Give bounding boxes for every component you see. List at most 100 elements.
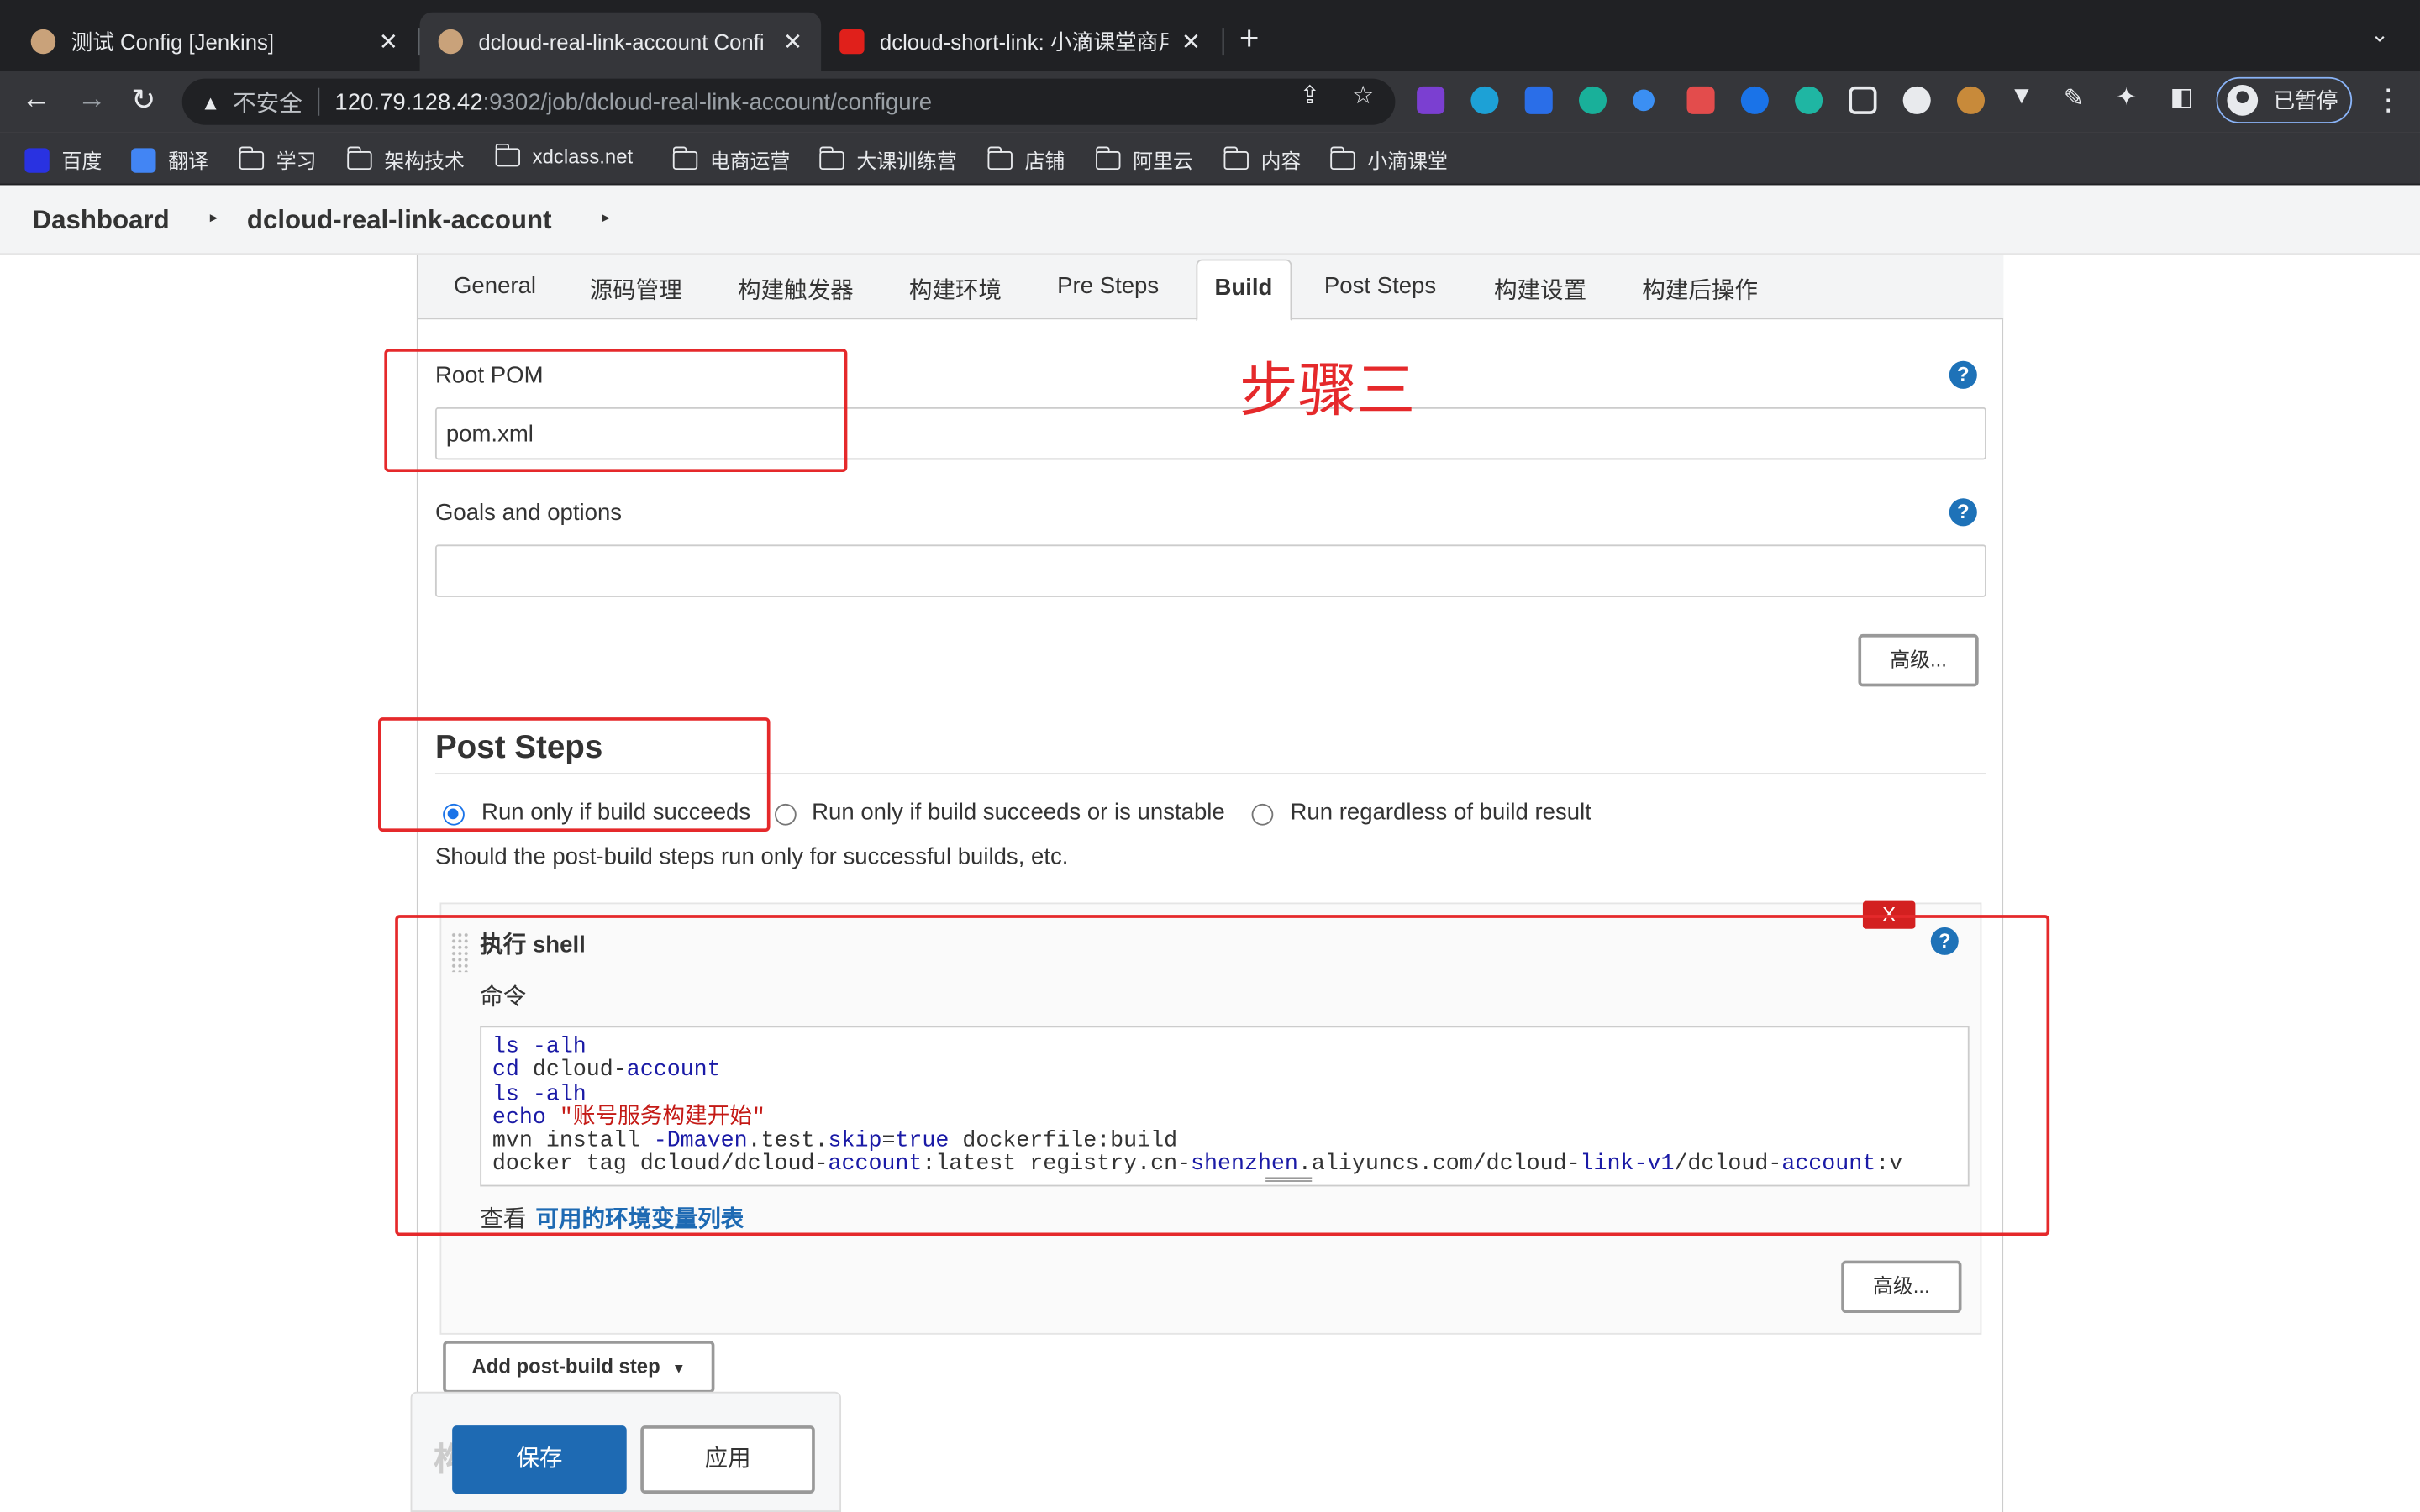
clock-extension-icon[interactable] <box>1902 86 1931 114</box>
apply-button[interactable]: 应用 <box>640 1425 815 1494</box>
bookmark-label: 架构技术 <box>384 150 465 173</box>
radio-label-unstable[interactable]: Run only if build succeeds or is unstabl… <box>812 799 1225 825</box>
tab-scm[interactable]: 源码管理 <box>590 273 682 306</box>
insecure-label[interactable]: 不安全 <box>233 86 302 118</box>
tab-build[interactable]: Build <box>1196 259 1292 322</box>
screenshot-stage: 测试 Config [Jenkins] ✕ dcloud-real-link-a… <box>0 0 2420 1512</box>
bookmark-label: 内容 <box>1260 150 1302 173</box>
radio-run-always[interactable] <box>1251 803 1274 826</box>
bookmark-label: 翻译 <box>168 150 208 173</box>
folder-icon <box>671 145 698 170</box>
bookmark-folder-content[interactable]: 内容 <box>1223 145 1302 175</box>
omnibox-divider <box>318 87 320 116</box>
tab-title: 测试 Config [Jenkins] <box>71 29 275 55</box>
square-extension-icon[interactable] <box>1849 86 1877 114</box>
tab-build-env[interactable]: 构建环境 <box>909 273 1002 306</box>
bookmark-folder-bootcamp[interactable]: 大课训练营 <box>818 145 957 175</box>
add-step-label: Add post-build step <box>471 1354 660 1378</box>
bookmark-folder-ecommerce[interactable]: 电商运营 <box>671 145 791 175</box>
help-icon[interactable]: ? <box>1949 498 1977 527</box>
bookmark-label: 大课训练营 <box>856 150 957 173</box>
browser-tab-account-config[interactable]: dcloud-real-link-account Confi ✕ <box>419 12 822 71</box>
bookmark-folder-xdclass[interactable]: xdclass.net <box>494 142 633 168</box>
back-icon[interactable]: ← <box>22 83 51 117</box>
vue-extension-icon[interactable]: ▼ <box>2009 83 2033 111</box>
tab-post-steps[interactable]: Post Steps <box>1324 273 1436 299</box>
bookmarks-bar: 百度 翻译 学习 架构技术 xdclass.net 电商运营 大课训练营 店铺 <box>0 132 2420 186</box>
close-icon[interactable]: ✕ <box>1181 28 1201 55</box>
menu-icon[interactable]: ⋮ <box>2374 83 2403 118</box>
jenkins-icon <box>30 29 56 55</box>
bookmark-folder-architecture[interactable]: 架构技术 <box>346 145 465 175</box>
baidu-icon <box>24 147 50 172</box>
warning-icon[interactable]: ▲ <box>201 90 221 113</box>
axure-extension-icon[interactable] <box>1417 86 1445 114</box>
at-extension-icon[interactable] <box>1740 86 1769 114</box>
bookmark-label: 小滴课堂 <box>1367 150 1448 173</box>
browser-tab-jenkins-test[interactable]: 测试 Config [Jenkins] ✕ <box>13 13 417 71</box>
side-panel-icon[interactable]: ◧ <box>2170 81 2193 113</box>
bookmark-label: 学习 <box>276 150 317 173</box>
url-path: :9302/job/dcloud-real-link-account/confi… <box>482 88 933 115</box>
annotation-box-post-steps <box>377 717 771 832</box>
save-button[interactable]: 保存 <box>452 1425 627 1494</box>
diamond-extension-icon[interactable] <box>1633 89 1655 112</box>
bookmark-folder-study[interactable]: 学习 <box>238 145 317 175</box>
breadcrumb: Dashboard ▸ dcloud-real-link-account ▸ <box>0 186 2420 255</box>
tab-title: dcloud-real-link-account Confi <box>478 29 765 55</box>
annotation-box-root-pom <box>384 349 848 473</box>
shell-advanced-button[interactable]: 高级... <box>1841 1260 1962 1314</box>
url-host: 120.79.128.42 <box>334 88 483 115</box>
new-tab-button[interactable]: + <box>1239 18 1260 59</box>
puzzle-icon[interactable]: ✦ <box>2116 81 2137 113</box>
tab-post-build-actions[interactable]: 构建后操作 <box>1642 273 1758 306</box>
bookmark-folder-xiaodi[interactable]: 小滴课堂 <box>1329 145 1448 175</box>
folder-icon <box>1223 145 1249 170</box>
post-steps-description: Should the post-build steps run only for… <box>434 843 1069 870</box>
tab-triggers[interactable]: 构建触发器 <box>738 273 854 306</box>
pen-extension-icon[interactable] <box>1524 86 1553 114</box>
tab-divider <box>1222 28 1224 56</box>
help-icon[interactable]: ? <box>1949 360 1977 389</box>
build-advanced-button[interactable]: 高级... <box>1858 633 1979 687</box>
bookmark-folder-aliyun[interactable]: 阿里云 <box>1095 145 1193 175</box>
cookie-extension-icon[interactable] <box>1956 86 1986 114</box>
bookmark-folder-shop[interactable]: 店铺 <box>986 145 1065 175</box>
annotation-step-label: 步骤三 <box>1239 356 1416 425</box>
calendar-extension-icon[interactable] <box>1686 86 1715 114</box>
teal-extension-icon[interactable] <box>1795 86 1823 114</box>
bookmark-baidu[interactable]: 百度 <box>24 145 102 175</box>
folder-icon <box>986 145 1013 170</box>
breadcrumb-job[interactable]: dcloud-real-link-account <box>247 205 552 236</box>
tab-build-settings[interactable]: 构建设置 <box>1494 273 1586 306</box>
tab-pre-steps[interactable]: Pre Steps <box>1057 273 1159 299</box>
browser-toolbar: ← → ↻ ▲ 不安全 120.79.128.42 :9302/job/dclo… <box>0 71 2420 133</box>
config-tabs: General 源码管理 构建触发器 构建环境 Pre Steps Build … <box>418 255 2004 322</box>
profile-button[interactable]: 已暂停 <box>2216 76 2353 123</box>
bookmark-label: 电商运营 <box>709 150 791 173</box>
tab-search-button[interactable]: ⌄ <box>2370 22 2389 48</box>
profile-label: 已暂停 <box>2273 87 2338 113</box>
breadcrumb-separator-icon[interactable]: ▸ <box>210 210 218 227</box>
m-extension-icon[interactable] <box>1578 86 1607 114</box>
bookmark-translate[interactable]: 翻译 <box>131 145 208 175</box>
radio-label-always[interactable]: Run regardless of build result <box>1291 799 1591 825</box>
close-icon[interactable]: ✕ <box>379 28 398 55</box>
breadcrumb-dashboard[interactable]: Dashboard <box>33 205 170 236</box>
eye-extension-icon[interactable] <box>1470 86 1499 114</box>
share-icon[interactable]: ⇪ <box>1300 81 1321 112</box>
goals-label: Goals and options <box>434 500 623 527</box>
browser-tab-short-link[interactable]: dcloud-short-link: 小滴课堂商用 ✕ <box>821 13 1219 71</box>
forward-icon[interactable]: → <box>77 83 107 117</box>
reload-icon[interactable]: ↻ <box>131 83 155 118</box>
address-bar[interactable]: ▲ 不安全 120.79.128.42 :9302/job/dcloud-rea… <box>182 78 1396 125</box>
goals-input[interactable] <box>434 544 1986 597</box>
pencil-extension-icon[interactable]: ✎ <box>2064 83 2085 114</box>
browser-tab-strip: 测试 Config [Jenkins] ✕ dcloud-real-link-a… <box>0 0 2420 71</box>
bookmark-star-icon[interactable]: ☆ <box>1352 81 1374 112</box>
radio-run-if-unstable[interactable] <box>775 803 797 826</box>
breadcrumb-separator-icon[interactable]: ▸ <box>602 210 609 227</box>
close-icon[interactable]: ✕ <box>783 28 802 55</box>
tab-general[interactable]: General <box>454 273 536 299</box>
add-post-build-step-button[interactable]: Add post-build step ▼ <box>443 1341 715 1394</box>
